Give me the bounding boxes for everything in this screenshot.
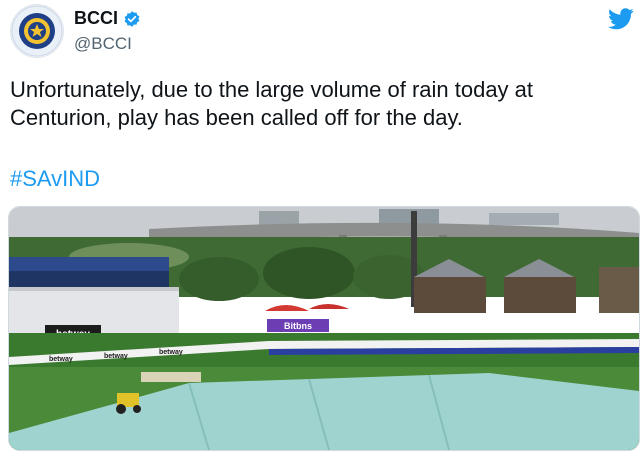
tweet-media-photo[interactable]: betway Bitbns betway betway betway: [8, 206, 640, 451]
hashtag-link[interactable]: #SAvIND: [10, 166, 100, 192]
bcci-logo-icon: [11, 5, 63, 57]
account-handle[interactable]: @BCCI: [74, 34, 132, 54]
twitter-bird-icon[interactable]: [608, 8, 634, 30]
stadium-photo: betway Bitbns betway betway betway: [9, 207, 639, 450]
account-name-row: BCCI: [74, 8, 141, 29]
svg-text:betway: betway: [49, 356, 73, 363]
svg-text:betway: betway: [159, 349, 183, 356]
avatar[interactable]: [10, 4, 64, 58]
svg-text:betway: betway: [104, 353, 128, 360]
svg-text:Bitbns: Bitbns: [284, 321, 312, 331]
tweet-text: Unfortunately, due to the large volume o…: [10, 77, 534, 130]
display-name[interactable]: BCCI: [74, 8, 118, 29]
verified-badge-icon: [124, 10, 140, 27]
